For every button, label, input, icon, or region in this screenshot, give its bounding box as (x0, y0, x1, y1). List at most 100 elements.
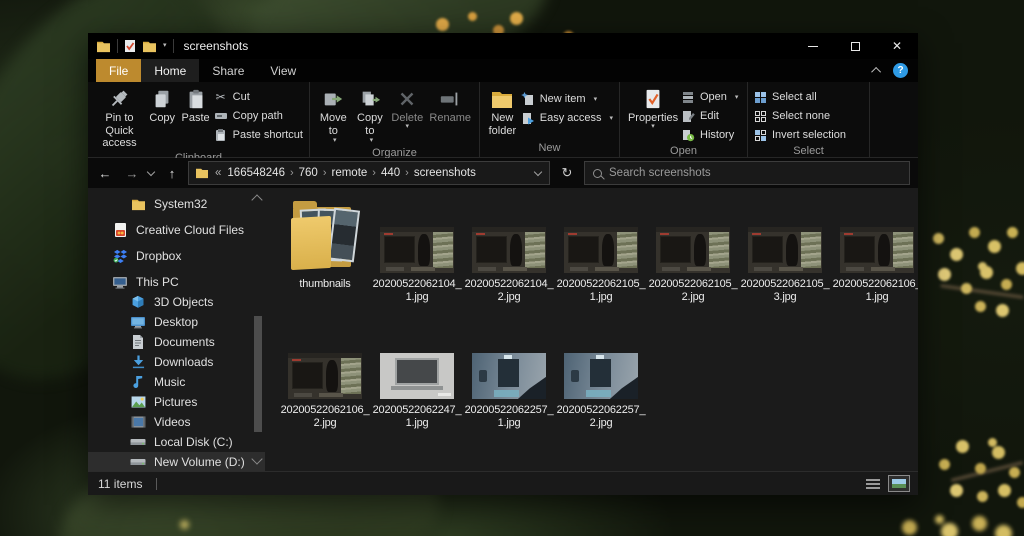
file-item[interactable]: 20200522062247_ 1.jpg (371, 320, 463, 430)
cut-icon: ✂ (215, 90, 226, 104)
paste-shortcut-button[interactable]: Paste shortcut (214, 126, 303, 144)
file-thumbnail (656, 227, 730, 273)
title-bar[interactable]: ▾ screenshots ✕ (88, 33, 918, 59)
open-button[interactable]: Open (682, 88, 738, 106)
sidebar-item[interactable]: Videos (88, 412, 265, 432)
sidebar-item-icon (130, 374, 146, 390)
sidebar-item-icon (130, 454, 146, 470)
sidebar-item-label: Dropbox (136, 249, 182, 263)
new-folder-button[interactable]: New folder (486, 87, 519, 138)
breadcrumb-segment[interactable]: 440 (381, 167, 400, 179)
sidebar-item[interactable]: System32 (88, 194, 265, 214)
breadcrumb-separator-icon: › (372, 167, 376, 179)
maximize-button[interactable] (834, 33, 876, 59)
breadcrumb-segment[interactable]: 166548246 (227, 167, 285, 179)
rename-button[interactable]: Rename (427, 87, 473, 126)
history-button[interactable]: History (682, 126, 738, 144)
invert-selection-button[interactable]: Invert selection (754, 126, 846, 144)
close-icon: ✕ (891, 39, 903, 53)
move-to-icon (325, 93, 343, 106)
sidebar-item[interactable]: Dropbox (88, 246, 265, 266)
berry-cluster (935, 515, 944, 524)
address-bar-row: ← → ↑ « 166548246 › 760 › remote › 440 ›… (88, 158, 918, 188)
properties-quick-button[interactable] (124, 39, 136, 53)
select-all-button[interactable]: Select all (754, 88, 846, 106)
sidebar-item[interactable]: Music (88, 372, 265, 392)
tab-file[interactable]: File (96, 59, 142, 82)
select-none-button[interactable]: Select none (754, 107, 846, 125)
sidebar-item[interactable]: Downloads (88, 352, 265, 372)
pin-icon (112, 90, 128, 107)
sidebar-item-label: Local Disk (C:) (154, 435, 233, 449)
twig (940, 284, 1024, 299)
copy-path-button[interactable]: Copy path (214, 107, 303, 125)
address-bar[interactable]: « 166548246 › 760 › remote › 440 › scree… (188, 161, 550, 185)
details-view-button[interactable] (866, 478, 880, 490)
file-name: 20200522062247_ 1.jpg (372, 404, 462, 429)
breadcrumb-separator-icon: › (405, 167, 409, 179)
copy-button[interactable]: Copy (147, 87, 178, 126)
collapse-ribbon-icon[interactable] (871, 66, 882, 77)
copy-icon (155, 90, 169, 108)
delete-button[interactable]: Delete ▾ (389, 87, 425, 130)
minimize-button[interactable] (792, 33, 834, 59)
search-box[interactable] (584, 161, 910, 185)
file-item[interactable]: 20200522062106_ 2.jpg (279, 320, 371, 430)
file-name: 20200522062104_ 2.jpg (464, 278, 554, 303)
easy-access-icon (522, 113, 534, 125)
cut-button[interactable]: ✂ Cut (214, 88, 303, 106)
refresh-icon[interactable]: ↻ (555, 165, 579, 181)
easy-access-button[interactable]: Easy access (521, 109, 613, 127)
file-item[interactable]: 20200522062257_ 1.jpg (463, 320, 555, 430)
address-dropdown-icon[interactable] (533, 167, 543, 177)
file-item[interactable]: 20200522062105_ 3.jpg (739, 194, 831, 304)
forward-button[interactable]: → (121, 166, 143, 181)
tab-view[interactable]: View (257, 59, 309, 82)
breadcrumb-segment[interactable]: 760 (299, 167, 318, 179)
new-folder-quick-button[interactable] (142, 40, 157, 53)
up-button[interactable]: ↑ (161, 166, 183, 181)
sidebar-item[interactable]: 3D Objects (88, 292, 265, 312)
search-input[interactable] (609, 167, 901, 179)
breadcrumb-overflow[interactable]: « (215, 167, 221, 179)
sidebar-item[interactable]: Pictures (88, 392, 265, 412)
paste-button[interactable]: Paste (180, 87, 212, 126)
sidebar-item-label: Downloads (154, 355, 214, 369)
move-to-button[interactable]: Move to (316, 87, 351, 146)
sidebar-scrollbar[interactable] (254, 316, 262, 432)
sidebar-item-label: 3D Objects (154, 295, 214, 309)
new-item-button[interactable]: New item (520, 90, 613, 108)
back-button[interactable]: ← (94, 166, 116, 181)
breadcrumb-segment[interactable]: screenshots (414, 167, 476, 179)
breadcrumb-separator-icon: › (322, 167, 327, 179)
help-icon[interactable]: ? (893, 63, 908, 78)
pin-to-quick-access-button[interactable]: Pin to Quick access (94, 87, 145, 151)
file-item[interactable]: 20200522062106_ 1.jpg (831, 194, 918, 304)
file-item[interactable]: thumbnails (279, 194, 371, 304)
sidebar-item[interactable]: New Volume (D:) (88, 452, 265, 471)
sidebar-item[interactable]: Local Disk (C:) (88, 432, 265, 452)
tab-home[interactable]: Home (141, 59, 200, 82)
file-item[interactable]: 20200522062257_ 2.jpg (555, 320, 647, 430)
file-item[interactable]: 20200522062104_ 2.jpg (463, 194, 555, 304)
breadcrumb-segment[interactable]: remote (332, 167, 368, 179)
sidebar-item-label: This PC (136, 275, 179, 289)
app-folder-icon (96, 40, 111, 53)
thumbnails-view-button[interactable] (888, 475, 910, 492)
file-item[interactable]: 20200522062104_ 1.jpg (371, 194, 463, 304)
customize-toolbar-dropdown[interactable]: ▾ (163, 42, 167, 49)
sidebar-item[interactable]: Documents (88, 332, 265, 352)
recent-locations-icon[interactable] (146, 167, 156, 177)
close-button[interactable]: ✕ (876, 33, 918, 59)
sidebar-item[interactable]: Creative Cloud Files (88, 220, 265, 240)
sidebar-item[interactable]: Desktop (88, 312, 265, 332)
edit-button[interactable]: Edit (682, 107, 738, 125)
tab-share[interactable]: Share (199, 59, 257, 82)
sidebar-item[interactable]: This PC (88, 272, 265, 292)
delete-icon (400, 92, 414, 106)
file-item[interactable]: 20200522062105_ 2.jpg (647, 194, 739, 304)
properties-button[interactable]: Properties ▾ (626, 87, 680, 130)
file-item[interactable]: 20200522062105_ 1.jpg (555, 194, 647, 304)
select-none-icon (755, 110, 766, 122)
copy-to-button[interactable]: Copy to (353, 87, 388, 146)
